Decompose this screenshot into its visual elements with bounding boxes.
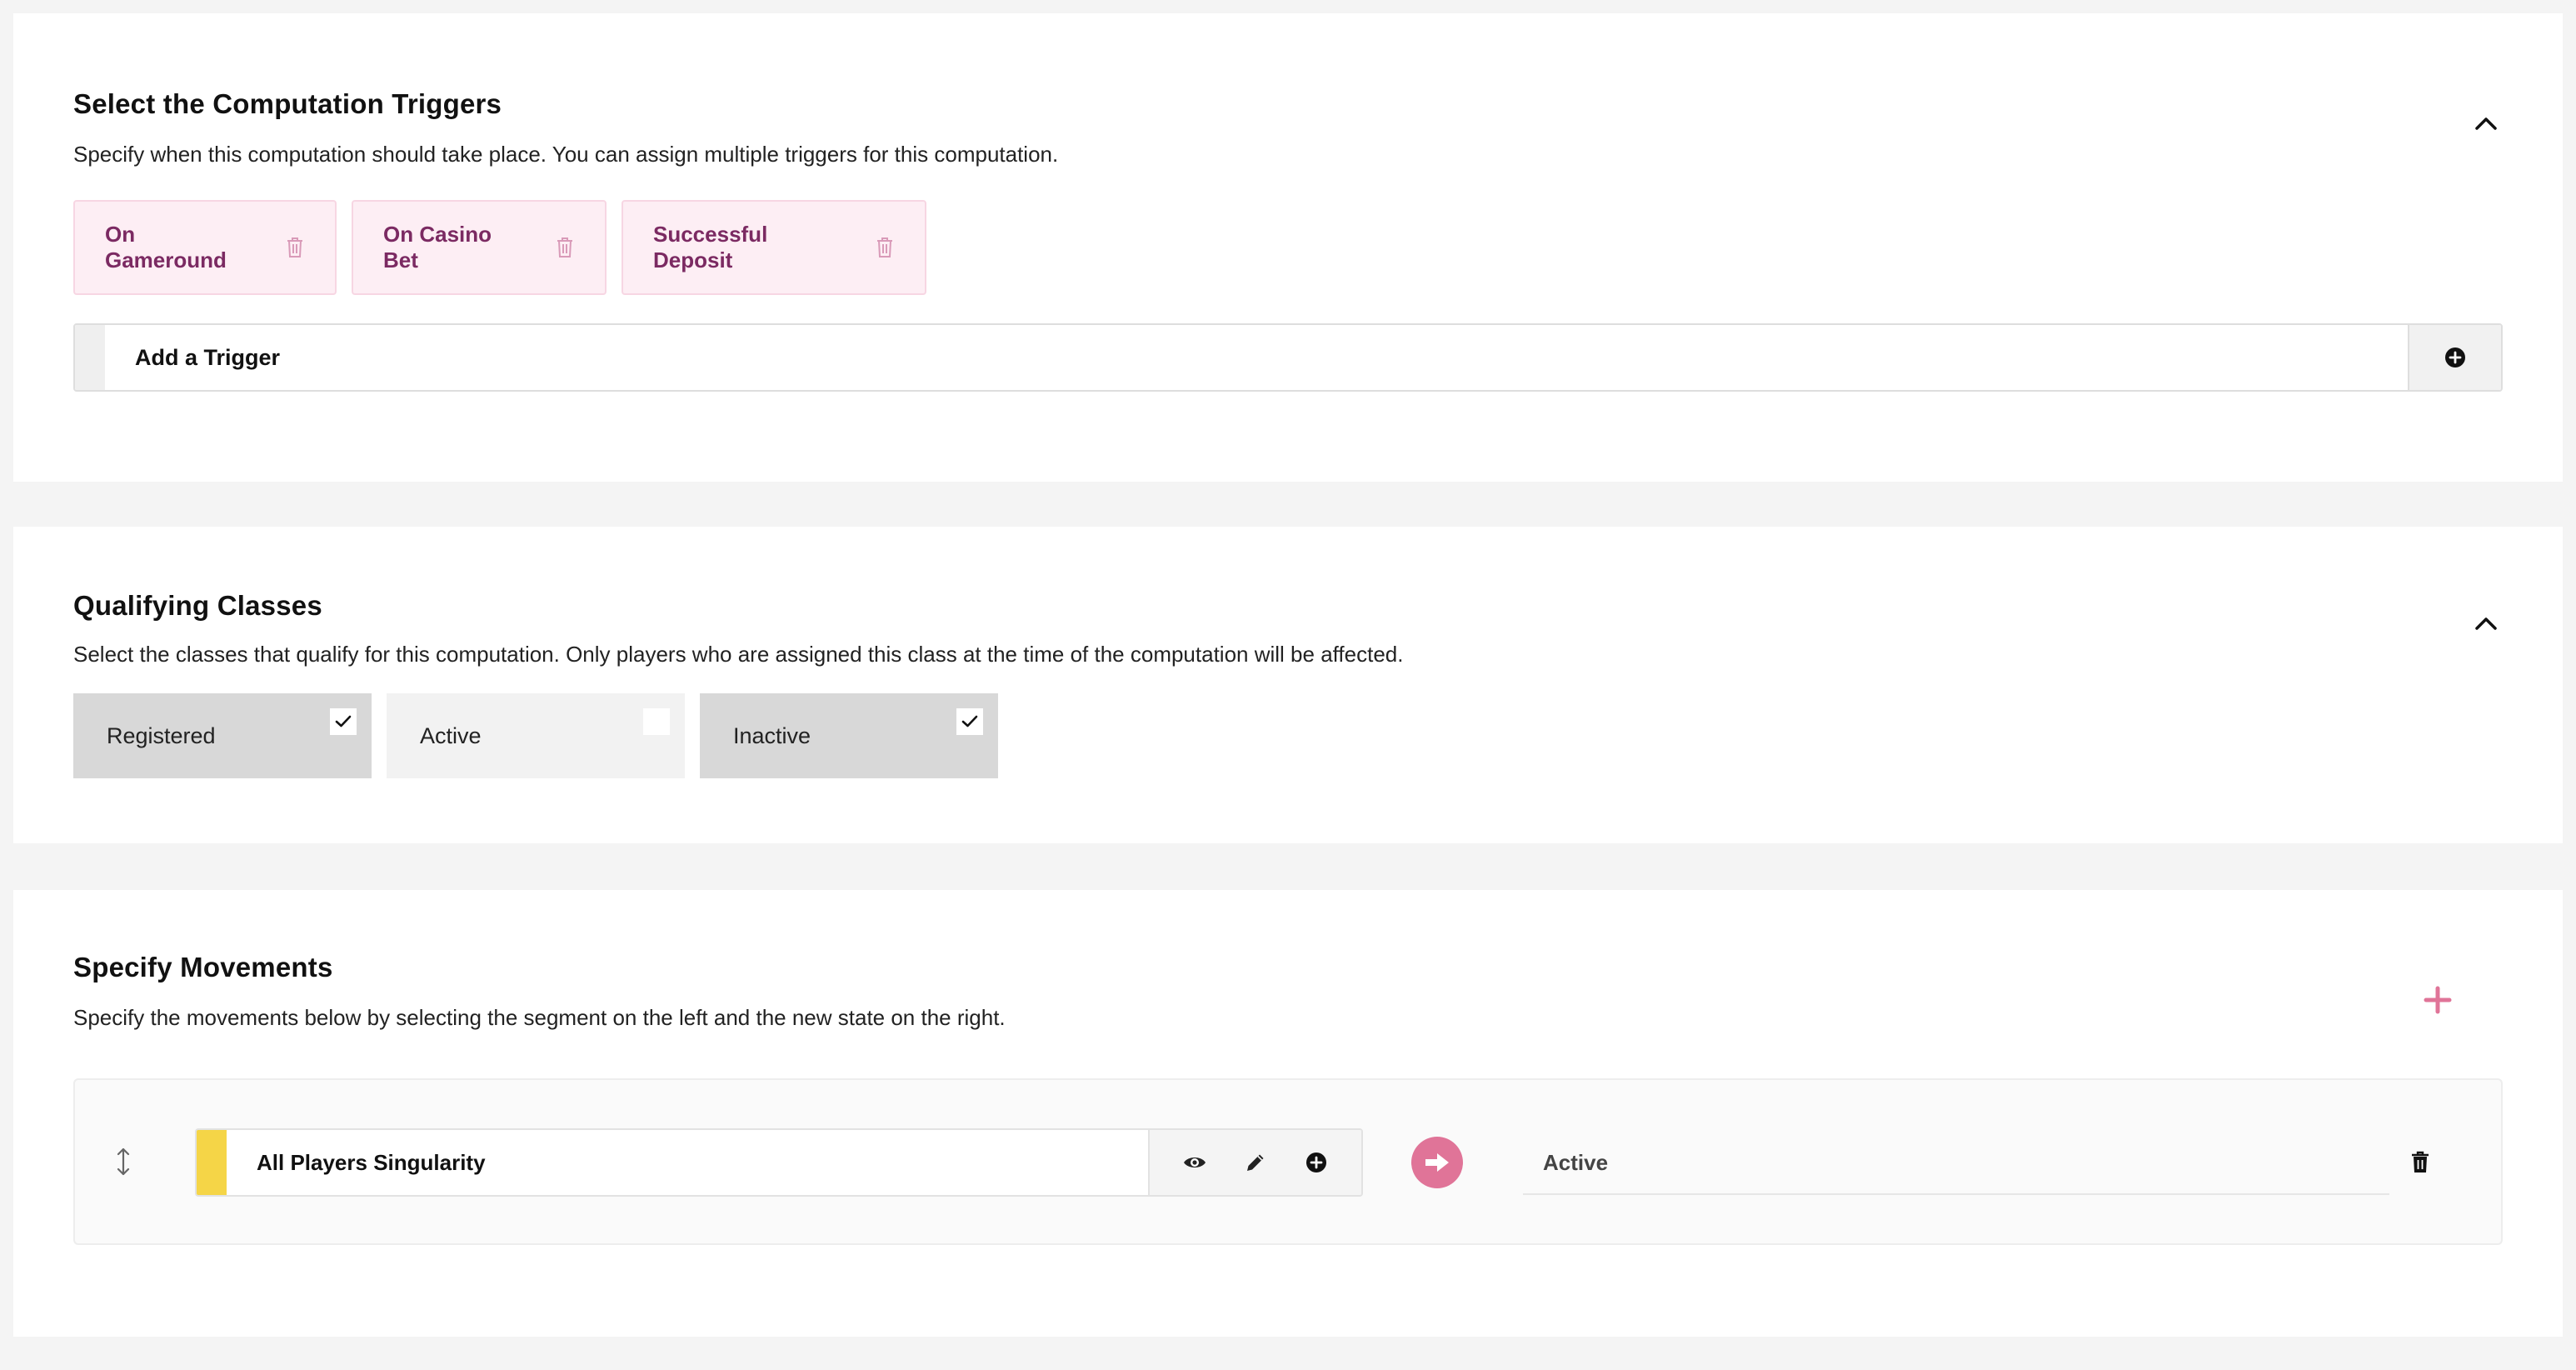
classes-description: Select the classes that qualify for this… [73, 642, 1404, 667]
drag-handle[interactable] [113, 1147, 133, 1177]
chevron-up-icon [2475, 118, 2497, 130]
target-state-select[interactable]: Active [1523, 1132, 2389, 1195]
classes-card: Qualifying Classes Select the classes th… [13, 527, 2563, 843]
classes-title: Qualifying Classes [73, 590, 322, 621]
drag-vertical-icon [117, 1148, 130, 1176]
collapse-classes-button[interactable] [2469, 607, 2503, 640]
movements-description: Specify the movements below by selecting… [73, 1005, 1006, 1030]
pencil-icon [1246, 1154, 1264, 1171]
checkmark-icon [335, 715, 352, 728]
trigger-chip-label: On Gameround [105, 222, 227, 272]
class-label: Registered [107, 722, 216, 748]
trigger-chip: Successful Deposit [622, 200, 926, 295]
movements-title: Specify Movements [73, 952, 333, 982]
chevron-up-icon [2475, 618, 2497, 630]
add-trigger-stripe [75, 325, 105, 390]
plus-icon [2424, 986, 2452, 1014]
add-movement-button[interactable] [2421, 983, 2454, 1017]
class-option-registered[interactable]: Registered [73, 693, 372, 778]
add-trigger-label: Add a Trigger [135, 344, 281, 370]
remove-trigger-button[interactable] [284, 236, 305, 259]
trigger-chip: On Gameround [73, 200, 337, 295]
add-segment-button[interactable] [1301, 1148, 1331, 1178]
collapse-triggers-button[interactable] [2469, 107, 2503, 140]
add-trigger-field[interactable]: Add a Trigger [73, 323, 2503, 392]
class-option-active[interactable]: Active [387, 693, 685, 778]
segment-name: All Players Singularity [257, 1149, 486, 1175]
remove-trigger-button[interactable] [554, 236, 575, 259]
segment-selector[interactable]: All Players Singularity [195, 1128, 1363, 1197]
class-option-inactive[interactable]: Inactive [700, 693, 998, 778]
trigger-chip: On Casino Bet [352, 200, 607, 295]
target-state-value: Active [1543, 1149, 1609, 1175]
triggers-description: Specify when this computation should tak… [73, 142, 1059, 167]
triggers-title: Select the Computation Triggers [73, 88, 502, 119]
eye-icon [1184, 1158, 1206, 1168]
trigger-chip-label: Successful Deposit [653, 222, 768, 272]
class-label: Active [420, 722, 482, 748]
class-checkbox[interactable] [643, 708, 670, 735]
arrow-right-icon [1425, 1153, 1449, 1172]
view-segment-button[interactable] [1180, 1148, 1210, 1178]
trash-icon [287, 238, 302, 258]
trash-icon [557, 238, 572, 258]
segment-color-bar [197, 1130, 227, 1195]
movement-arrow [1411, 1137, 1463, 1188]
edit-segment-button[interactable] [1241, 1148, 1271, 1178]
class-list: Registered Active Inactive [73, 693, 998, 778]
add-trigger-button[interactable] [2408, 325, 2501, 390]
movement-row: All Players Singularity Active [73, 1078, 2503, 1245]
trash-icon [876, 238, 892, 258]
trash-icon [2412, 1151, 2429, 1172]
class-checkbox[interactable] [956, 708, 983, 735]
plus-circle-icon [1305, 1152, 1326, 1172]
checkmark-icon [961, 715, 978, 728]
plus-circle-icon [2445, 348, 2465, 368]
trigger-chip-label: On Casino Bet [383, 222, 492, 272]
class-checkbox[interactable] [330, 708, 357, 735]
segment-actions [1148, 1130, 1361, 1195]
class-label: Inactive [733, 722, 811, 748]
triggers-card: Select the Computation Triggers Specify … [13, 13, 2563, 482]
remove-trigger-button[interactable] [874, 236, 895, 259]
delete-movement-button[interactable] [2408, 1148, 2433, 1177]
movements-card: Specify Movements Specify the movements … [13, 890, 2563, 1337]
trigger-chip-list: On Gameround On Casino Bet Successful De… [73, 200, 926, 295]
